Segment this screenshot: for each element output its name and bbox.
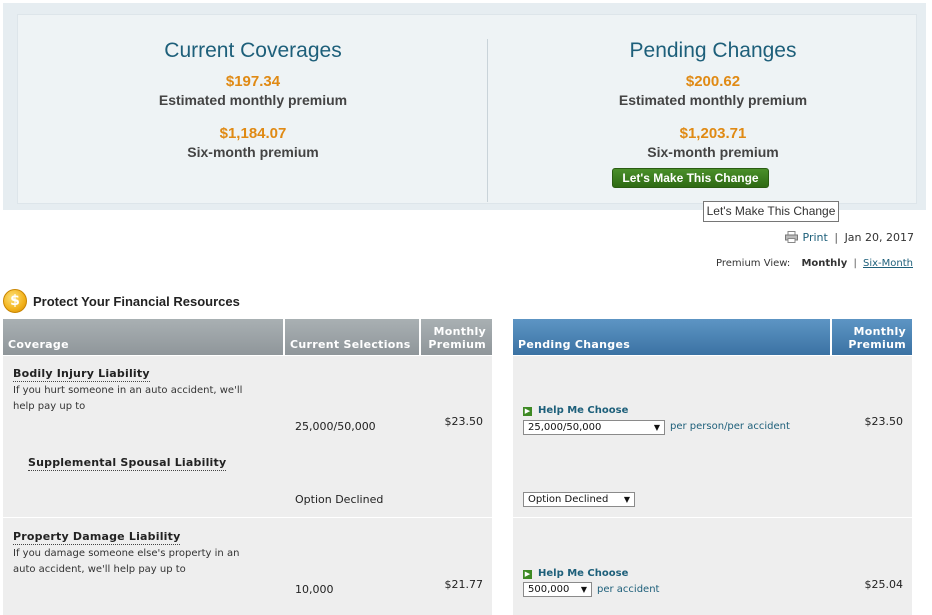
- help-me-choose-bodily-injury[interactable]: ▶ Help Me Choose: [523, 405, 628, 416]
- print-link[interactable]: Print: [803, 231, 828, 244]
- coverage-name-bodily-injury[interactable]: Bodily Injury Liability: [13, 367, 150, 382]
- pending-premium-bodily-injury: $23.50: [864, 415, 904, 428]
- dollar-coin-icon: $: [3, 289, 27, 313]
- header-pending-monthly-line2: Premium: [848, 338, 906, 351]
- current-six-month-label: Six-month premium: [187, 144, 319, 160]
- arrow-right-icon: ▶: [523, 570, 532, 579]
- pending-premium-property-damage: $25.04: [864, 578, 904, 591]
- header-pending-monthly-premium-label: Monthly Premium: [848, 325, 906, 351]
- coverage-desc-bodily-injury-line2: help pay up to: [13, 401, 86, 412]
- pending-monthly-label: Estimated monthly premium: [618, 92, 808, 108]
- view-six-month-link[interactable]: Six-Month: [863, 258, 913, 269]
- header-monthly-premium-line2: Premium: [428, 338, 486, 351]
- current-premium-bodily-injury: $23.50: [444, 415, 484, 428]
- dropdown-arrow-icon: ▼: [580, 585, 587, 594]
- current-monthly-label: Estimated monthly premium: [158, 92, 348, 108]
- header-monthly-premium: Monthly Premium: [421, 319, 492, 355]
- coverage-name-property-damage[interactable]: Property Damage Liability: [13, 530, 181, 545]
- print-date-line: Print | Jan 20, 2017: [784, 231, 914, 244]
- unit-property-damage: per accident: [597, 584, 660, 595]
- coverage-desc-bodily-injury: If you hurt someone in an auto accident,…: [13, 383, 293, 415]
- pending-changes-title: Pending Changes: [629, 39, 797, 62]
- header-monthly-premium-line1: Monthly: [433, 325, 486, 338]
- coverage-desc-bodily-injury-line1: If you hurt someone in an auto accident,…: [13, 385, 243, 396]
- header-current-selections: Current Selections: [285, 319, 419, 355]
- dropdown-arrow-icon: ▼: [623, 495, 630, 504]
- select-supplemental-spousal[interactable]: Option Declined ▼: [523, 492, 635, 507]
- help-me-choose-property-damage-label: Help Me Choose: [538, 568, 629, 579]
- current-date: Jan 20, 2017: [844, 231, 914, 244]
- header-coverage: Coverage: [3, 319, 283, 355]
- current-selection-supplemental-spousal: Option Declined: [295, 493, 384, 506]
- header-pending-monthly-premium: Monthly Premium: [832, 319, 912, 355]
- current-coverages-title: Current Coverages: [164, 39, 342, 62]
- premium-view-label: Premium View:: [716, 258, 791, 269]
- coverage-desc-property-damage-line1: If you damage someone else's property in…: [13, 548, 240, 559]
- header-monthly-premium-label: Monthly Premium: [428, 325, 486, 351]
- select-bodily-injury-limit[interactable]: 25,000/50,000 ▼: [523, 420, 665, 435]
- row-divider-left: [3, 517, 492, 518]
- premium-summary-inner: Current Coverages $197.34 Estimated mont…: [17, 14, 917, 204]
- header-current-selections-label: Current Selections: [290, 338, 411, 351]
- header-pending-monthly-line1: Monthly: [853, 325, 906, 338]
- coverage-desc-property-damage: If you damage someone else's property in…: [13, 546, 293, 578]
- dropdown-arrow-icon: ▼: [653, 423, 660, 432]
- pending-six-month-label: Six-month premium: [647, 144, 779, 160]
- summary-divider: [487, 39, 488, 202]
- premium-summary-panel: Current Coverages $197.34 Estimated mont…: [3, 3, 926, 210]
- row-divider-right: [513, 517, 912, 518]
- printer-icon[interactable]: [784, 231, 798, 243]
- view-separator: |: [853, 258, 857, 269]
- pending-monthly-amount: $200.62: [685, 73, 741, 90]
- unit-bodily-injury: per person/per accident: [670, 421, 790, 432]
- coverage-name-supplemental-spousal[interactable]: Supplemental Spousal Liability: [28, 456, 227, 471]
- pending-changes-column: Pending Changes $200.62 Estimated monthl…: [493, 15, 932, 161]
- section-title: Protect Your Financial Resources: [33, 294, 240, 309]
- print-separator: |: [834, 231, 839, 244]
- make-change-tooltip: Let's Make This Change: [703, 201, 839, 222]
- premium-view-toggle: Premium View: Monthly | Six-Month: [716, 258, 913, 269]
- header-coverage-label: Coverage: [8, 338, 69, 351]
- header-pending-changes-label: Pending Changes: [518, 338, 631, 351]
- arrow-right-icon: ▶: [523, 407, 532, 416]
- help-me-choose-bodily-injury-label: Help Me Choose: [538, 405, 629, 416]
- current-selection-property-damage: 10,000: [295, 583, 334, 596]
- view-monthly-current: Monthly: [801, 258, 848, 269]
- current-selection-bodily-injury: 25,000/50,000: [295, 420, 376, 433]
- current-six-month-amount: $1,184.07: [219, 125, 287, 142]
- current-coverages-column: Current Coverages $197.34 Estimated mont…: [33, 15, 473, 161]
- make-this-change-button[interactable]: Let's Make This Change: [612, 168, 769, 188]
- select-supplemental-spousal-value: Option Declined: [528, 494, 609, 505]
- select-property-damage-value: 500,000: [528, 584, 570, 595]
- header-pending-changes: Pending Changes: [513, 319, 830, 355]
- coverage-desc-property-damage-line2: auto accident, we'll help pay up to: [13, 564, 186, 575]
- current-monthly-amount: $197.34: [225, 73, 281, 90]
- pending-six-month-amount: $1,203.71: [679, 125, 747, 142]
- select-bodily-injury-value: 25,000/50,000: [528, 422, 602, 433]
- current-premium-property-damage: $21.77: [444, 578, 484, 591]
- select-property-damage-limit[interactable]: 500,000 ▼: [523, 582, 592, 597]
- help-me-choose-property-damage[interactable]: ▶ Help Me Choose: [523, 568, 628, 579]
